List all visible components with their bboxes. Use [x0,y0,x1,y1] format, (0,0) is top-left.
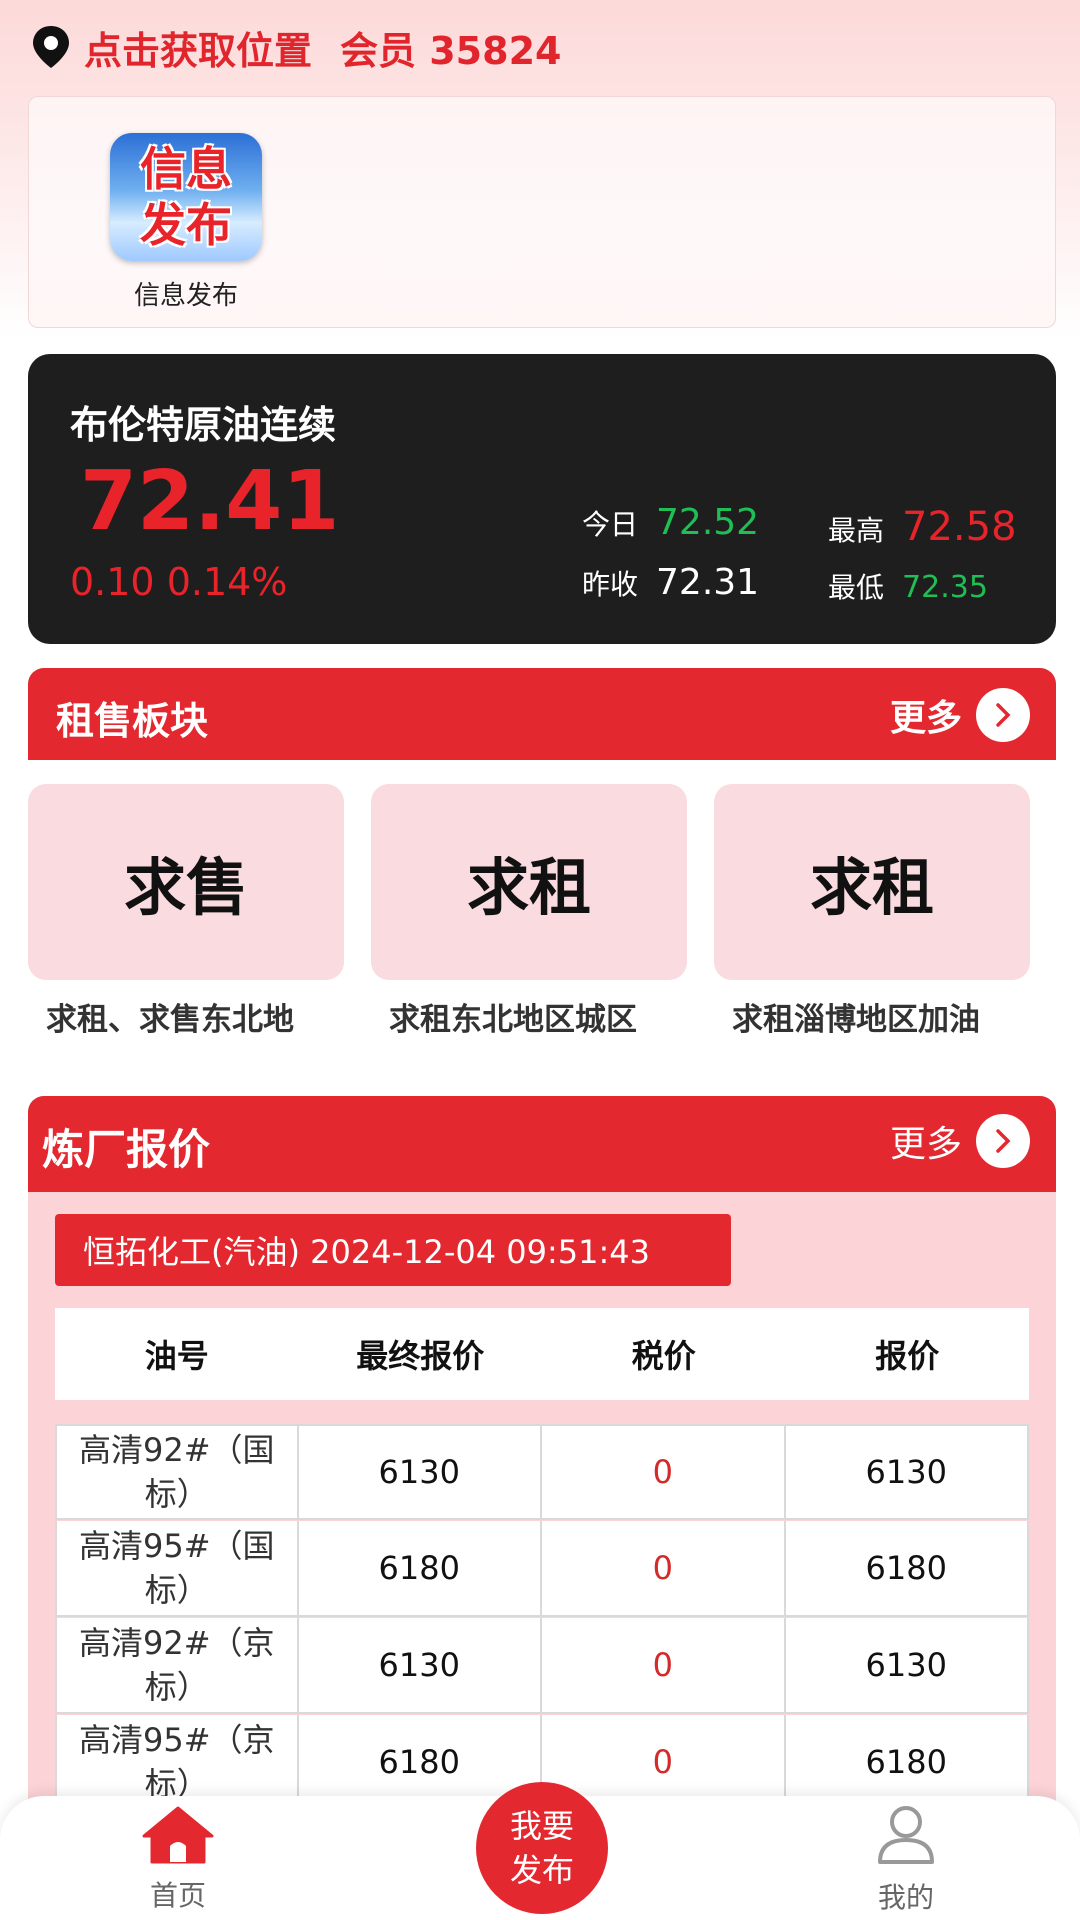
member-count: 会员 35824 [340,28,562,73]
today-label: 今日 [582,508,639,541]
cell-price: 6180 [786,1715,1029,1809]
nav-home[interactable]: 首页 [78,1806,278,1914]
logo-line-1: 信息 [140,142,232,196]
user-icon [878,1806,934,1864]
rent-caption[interactable]: 求租东北地区城区 [389,994,637,1039]
table-row[interactable]: 高清92#（京标） 6130 0 6130 [55,1618,1029,1714]
nav-mine[interactable]: 我的 [806,1804,1006,1916]
cell-tax: 0 [542,1618,786,1712]
refinery-section-header: 炼厂报价 更多 [28,1096,1056,1192]
home-icon [142,1806,214,1864]
rent-section-title: 租售板块 [56,699,209,743]
cell-price: 6130 [786,1426,1029,1518]
cell-grade: 高清92#（京标） [55,1618,299,1712]
cell-tax: 0 [542,1521,786,1615]
cell-final-price: 6130 [299,1426,542,1518]
quote-table-header: 油号 最终报价 税价 报价 [55,1308,1029,1400]
table-row[interactable]: 高清92#（国标） 6130 0 6130 [55,1424,1029,1520]
info-card: 信息 发布 信息发布 [28,96,1056,328]
rent-tile-title: 求售 [123,851,248,924]
rent-tile-rent-2[interactable]: 求租 [714,784,1030,980]
prev-close-value: 72.31 [656,562,760,603]
oil-title: 布伦特原油连续 [70,403,337,447]
column-header-tax: 税价 [631,1337,696,1375]
column-header-grade: 油号 [144,1337,209,1375]
cell-grade: 高清95#（京标） [55,1715,299,1809]
column-header-final-price: 最终报价 [356,1337,485,1375]
cell-price: 6180 [786,1521,1029,1615]
rent-caption[interactable]: 求租淄博地区加油 [732,994,980,1039]
nav-mine-label: 我的 [877,1881,934,1914]
rent-tile-title: 求租 [466,851,591,924]
publish-line-2: 发布 [509,1851,574,1889]
logo-line-2: 发布 [140,198,232,252]
refinery-more-label: 更多 [889,1124,962,1165]
today-value: 72.52 [656,502,760,543]
location-header[interactable]: 点击获取位置 会员 35824 [30,20,562,75]
oil-high: 最高 72.58 [828,504,1017,550]
rent-tile-title: 求租 [809,851,934,924]
high-label: 最高 [828,514,885,547]
low-value: 72.35 [902,570,988,605]
refinery-more-button[interactable]: 更多 [890,1114,1030,1168]
location-pin-icon [33,26,69,68]
rent-tile-rent-1[interactable]: 求租 [371,784,687,980]
oil-price: 72.41 [80,454,340,549]
rent-section-header: 租售板块 更多 [28,668,1056,760]
oil-prev-close: 昨收 72.31 [582,562,759,603]
low-label: 最低 [828,571,885,604]
info-publish-tile[interactable]: 信息 发布 信息发布 [83,133,289,312]
cell-final-price: 6180 [299,1521,542,1615]
publish-button[interactable]: 我要 发布 [476,1782,608,1914]
oil-change: 0.10 0.14% [70,560,288,604]
refinery-section-title: 炼厂报价 [42,1125,211,1174]
rent-more-label: 更多 [889,698,962,739]
column-header-price: 报价 [875,1337,940,1375]
oil-today: 今日 72.52 [582,502,759,543]
rent-more-button[interactable]: 更多 [890,688,1030,742]
cell-grade: 高清92#（国标） [55,1426,299,1518]
table-row[interactable]: 高清95#（国标） 6180 0 6180 [55,1521,1029,1617]
cell-tax: 0 [542,1426,786,1518]
info-publish-logo-icon: 信息 发布 [110,133,262,261]
info-publish-label: 信息发布 [133,281,238,311]
rent-caption[interactable]: 求租、求售东北地 [46,994,294,1039]
high-value: 72.58 [902,504,1017,550]
publish-line-1: 我要 [509,1807,574,1845]
location-label[interactable]: 点击获取位置 [84,20,312,75]
chevron-right-icon [976,1114,1030,1168]
prev-close-label: 昨收 [582,568,639,601]
cell-final-price: 6130 [299,1618,542,1712]
cell-price: 6130 [786,1618,1029,1712]
quote-header-badge[interactable]: 恒拓化工(汽油) 2024-12-04 09:51:43 [55,1214,731,1286]
oil-low: 最低 72.35 [828,566,988,606]
cell-grade: 高清95#（国标） [55,1521,299,1615]
oil-price-card[interactable]: 布伦特原油连续 72.41 0.10 0.14% 今日 72.52 昨收 72.… [28,354,1056,644]
chevron-right-icon [976,688,1030,742]
nav-home-label: 首页 [149,1879,206,1912]
rent-tile-sell[interactable]: 求售 [28,784,344,980]
